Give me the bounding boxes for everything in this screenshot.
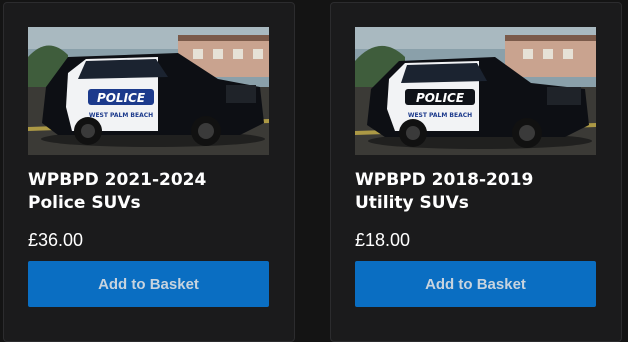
- svg-text:WEST PALM BEACH: WEST PALM BEACH: [89, 112, 153, 119]
- product-image[interactable]: POLICE WEST PALM BEACH: [28, 27, 269, 155]
- product-card: POLICE WEST PALM BEACH WPBPD 2021-2024 P…: [3, 2, 295, 342]
- product-image[interactable]: POLICE WEST PALM BEACH: [355, 27, 596, 155]
- svg-text:POLICE: POLICE: [97, 91, 146, 105]
- product-price: £18.00: [355, 230, 411, 250]
- product-title-line2: Police SUVs: [28, 193, 141, 213]
- product-title[interactable]: WPBPD 2021-2024 Police SUVs: [28, 169, 278, 215]
- add-to-basket-button[interactable]: Add to Basket: [28, 261, 269, 307]
- product-title-line2: Utility SUVs: [355, 193, 469, 213]
- utility-suv-image-icon: POLICE WEST PALM BEACH: [355, 27, 596, 155]
- product-card: POLICE WEST PALM BEACH WPBPD 2018-2019 U…: [330, 2, 622, 342]
- police-suv-image-icon: POLICE WEST PALM BEACH: [28, 27, 269, 155]
- product-title-line1: WPBPD 2021-2024: [28, 170, 207, 190]
- svg-text:WEST PALM BEACH: WEST PALM BEACH: [408, 112, 472, 119]
- svg-text:POLICE: POLICE: [416, 91, 465, 105]
- product-title[interactable]: WPBPD 2018-2019 Utility SUVs: [355, 169, 605, 215]
- product-title-line1: WPBPD 2018-2019: [355, 170, 534, 190]
- product-price: £36.00: [28, 230, 84, 250]
- add-to-basket-button[interactable]: Add to Basket: [355, 261, 596, 307]
